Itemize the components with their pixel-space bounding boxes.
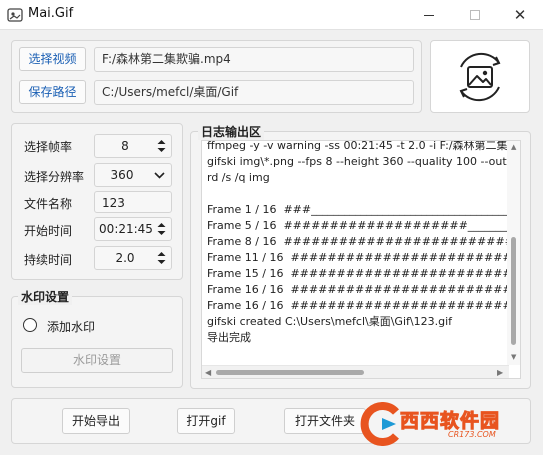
vertical-scrollbar[interactable]: ▲ ▼ (507, 141, 520, 365)
title-bar: Mai.Gif ✕ (0, 0, 543, 30)
watermark-settings-button[interactable]: 水印设置 (21, 348, 173, 373)
save-path-button[interactable]: 保存路径 (19, 80, 86, 104)
add-watermark-label[interactable]: 添加水印 (47, 318, 95, 335)
horizontal-scrollbar[interactable]: ◀ ▶ (202, 365, 509, 378)
site-watermark-logo: 西西软件园 CR173.COM (356, 400, 536, 450)
duration-spinbox[interactable]: 2.0 (94, 246, 172, 270)
resolution-value: 360 (110, 168, 134, 182)
watermark-group (11, 296, 183, 388)
log-output[interactable]: ffmpeg -y -v warning -ss 00:21:45 -t 2.0… (201, 140, 521, 379)
spin-arrows-icon[interactable] (157, 139, 166, 153)
log-line: gifski img\*.png --fps 8 --height 360 --… (207, 155, 508, 168)
log-line: Frame 16 / 16 ##########################… (207, 283, 508, 296)
app-logo-icon (7, 8, 23, 22)
open-folder-button[interactable]: 打开文件夹 (284, 408, 366, 434)
video-path-field[interactable]: F:/森林第二集欺骗.mp4 (94, 47, 414, 72)
fps-spinbox[interactable]: 8 (94, 134, 172, 158)
log-line: rd /s /q img (207, 171, 270, 184)
fps-label: 选择帧率 (24, 140, 73, 154)
minimize-icon (424, 14, 434, 16)
site-brand-text: 西西软件园 (399, 410, 501, 433)
log-line: gifski created C:\Users\mefcl\桌面\Gif\123… (207, 315, 452, 328)
horizontal-scroll-thumb[interactable] (216, 370, 364, 375)
filename-value: 123 (102, 196, 125, 210)
log-line: Frame 11 / 16 ##########################… (207, 251, 508, 264)
resolution-label: 选择分辨率 (24, 170, 85, 184)
start-time-value: 00:21:45 (99, 222, 153, 236)
close-icon: ✕ (513, 6, 527, 24)
fps-value: 8 (121, 139, 129, 153)
window-title: Mai.Gif (28, 6, 74, 21)
chevron-down-icon[interactable] (154, 172, 165, 179)
image-refresh-icon (459, 52, 501, 102)
log-line: Frame 8 / 16 ###########################… (207, 235, 508, 248)
spin-arrows-icon[interactable] (157, 251, 166, 265)
minimize-button[interactable] (406, 0, 452, 30)
maximize-button[interactable] (452, 0, 498, 30)
select-video-button[interactable]: 选择视频 (19, 47, 86, 71)
add-watermark-radio[interactable] (23, 318, 37, 332)
maximize-icon (470, 10, 480, 20)
log-text-area: ffmpeg -y -v warning -ss 00:21:45 -t 2.0… (202, 141, 508, 365)
log-line: Frame 5 / 16 ####################_______… (207, 219, 508, 232)
start-export-button[interactable]: 开始导出 (62, 408, 130, 434)
log-line: ffmpeg -y -v warning -ss 00:21:45 -t 2.0… (207, 141, 508, 152)
scroll-right-icon[interactable]: ▶ (497, 368, 503, 377)
log-group-title: 日志输出区 (198, 123, 265, 140)
resolution-select[interactable]: 360 (94, 163, 172, 187)
spin-arrows-icon[interactable] (157, 222, 166, 236)
filename-label: 文件名称 (24, 197, 73, 211)
scroll-up-icon[interactable]: ▲ (511, 143, 516, 151)
log-line: 导出完成 (207, 331, 251, 344)
scroll-left-icon[interactable]: ◀ (205, 368, 211, 377)
duration-value: 2.0 (115, 251, 135, 265)
scroll-down-icon[interactable]: ▼ (511, 353, 516, 361)
site-logo-icon (360, 402, 399, 446)
watermark-group-title: 水印设置 (18, 288, 73, 305)
log-line: Frame 1 / 16 ###________________________… (207, 203, 508, 216)
filename-field[interactable]: 123 (94, 191, 172, 213)
save-path-field[interactable]: C:/Users/mefcl/桌面/Gif (94, 80, 414, 105)
start-time-spinbox[interactable]: 00:21:45 (94, 217, 172, 241)
vertical-scroll-thumb[interactable] (511, 237, 516, 345)
log-line: Frame 15 / 16 ##########################… (207, 267, 508, 280)
open-gif-button[interactable]: 打开gif (177, 408, 235, 434)
duration-label: 持续时间 (24, 253, 73, 267)
site-domain-text: CR173.COM (448, 430, 496, 439)
preview-button[interactable] (430, 40, 530, 113)
close-button[interactable]: ✕ (497, 0, 543, 30)
start-time-label: 开始时间 (24, 224, 73, 238)
log-line: Frame 16 / 16 ##########################… (207, 299, 508, 312)
